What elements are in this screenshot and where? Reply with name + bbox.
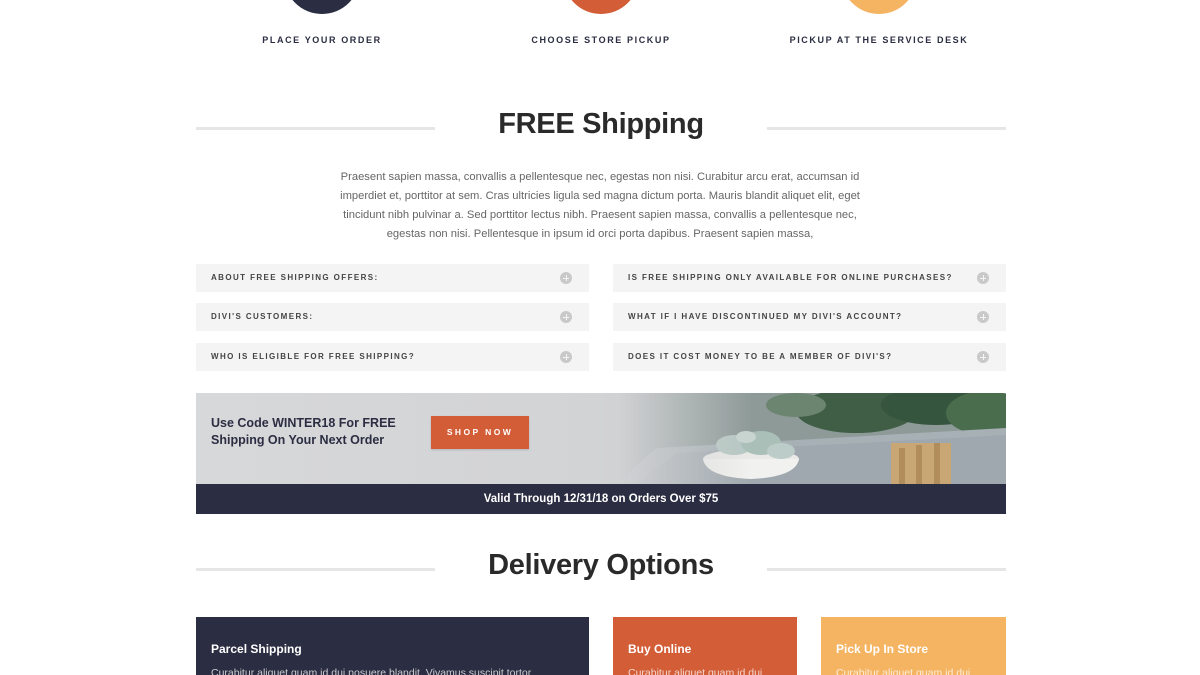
- section-title: FREE Shipping: [498, 108, 704, 140]
- plus-circle-icon: [560, 272, 572, 284]
- banner-photo: [616, 393, 1006, 484]
- heading-divider: [767, 127, 1006, 130]
- step-label: Choose Store Pickup: [531, 35, 671, 45]
- heading-divider: [767, 568, 1006, 571]
- faq-toggle-customers[interactable]: Divi's Customers:: [196, 303, 589, 331]
- faq-toggle-about-offers[interactable]: About Free Shipping Offers:: [196, 264, 589, 292]
- card-title: Buy Online: [628, 642, 692, 656]
- faq-label: Who Is Eligible For Free Shipping?: [211, 352, 416, 361]
- plus-circle-icon: [560, 311, 572, 323]
- faq-label: Is Free Shipping Only Available For Onli…: [628, 273, 953, 282]
- faq-label: Does It Cost Money To Be A Member Of Div…: [628, 352, 893, 361]
- step-label: Place Your Order: [262, 35, 382, 45]
- step-icon-circle: [841, 0, 917, 14]
- delivery-options-heading: Delivery Options: [196, 549, 1006, 589]
- card-description: Curabitur aliquet quam id dui posuere bl…: [211, 667, 532, 675]
- faq-toggle-membership-cost[interactable]: Does It Cost Money To Be A Member Of Div…: [613, 343, 1006, 371]
- faq-label: What If I Have Discontinued My Divi's Ac…: [628, 312, 903, 321]
- step-icon-circle: [284, 0, 360, 14]
- faq-toggle-online-only[interactable]: Is Free Shipping Only Available For Onli…: [613, 264, 1006, 292]
- shop-now-button[interactable]: Shop Now: [431, 416, 529, 449]
- promo-validity-bar: Valid Through 12/31/18 on Orders Over $7…: [196, 484, 1006, 514]
- faq-label: About Free Shipping Offers:: [211, 273, 379, 282]
- plus-circle-icon: [977, 272, 989, 284]
- card-description: Curabitur aliquet quam id dui: [836, 667, 971, 675]
- faq-toggle-discontinued[interactable]: What If I Have Discontinued My Divi's Ac…: [613, 303, 1006, 331]
- free-shipping-intro: Praesent sapien massa, convallis a pelle…: [340, 171, 860, 240]
- plus-circle-icon: [977, 311, 989, 323]
- step-label: Pickup At The Service Desk: [789, 35, 969, 45]
- delivery-card-pickup-store: Pick Up In Store Curabitur aliquet quam …: [821, 617, 1006, 675]
- faq-toggle-eligible[interactable]: Who Is Eligible For Free Shipping?: [196, 343, 589, 371]
- card-description: Curabitur aliquet quam id dui: [628, 667, 763, 675]
- promo-text: Use Code WINTER18 For FREE Shipping On Y…: [211, 416, 396, 447]
- faq-label: Divi's Customers:: [211, 312, 314, 321]
- card-title: Pick Up In Store: [836, 642, 929, 656]
- delivery-card-parcel: Parcel Shipping Curabitur aliquet quam i…: [196, 617, 589, 675]
- delivery-card-buy-online: Buy Online Curabitur aliquet quam id dui: [613, 617, 797, 675]
- promo-banner: Use Code WINTER18 For FREE Shipping On Y…: [196, 393, 1006, 484]
- card-title: Parcel Shipping: [211, 642, 302, 656]
- plus-circle-icon: [560, 351, 572, 363]
- section-title: Delivery Options: [488, 549, 714, 581]
- free-shipping-heading: FREE Shipping: [196, 108, 1006, 148]
- step-icon-circle: [563, 0, 639, 14]
- plus-circle-icon: [977, 351, 989, 363]
